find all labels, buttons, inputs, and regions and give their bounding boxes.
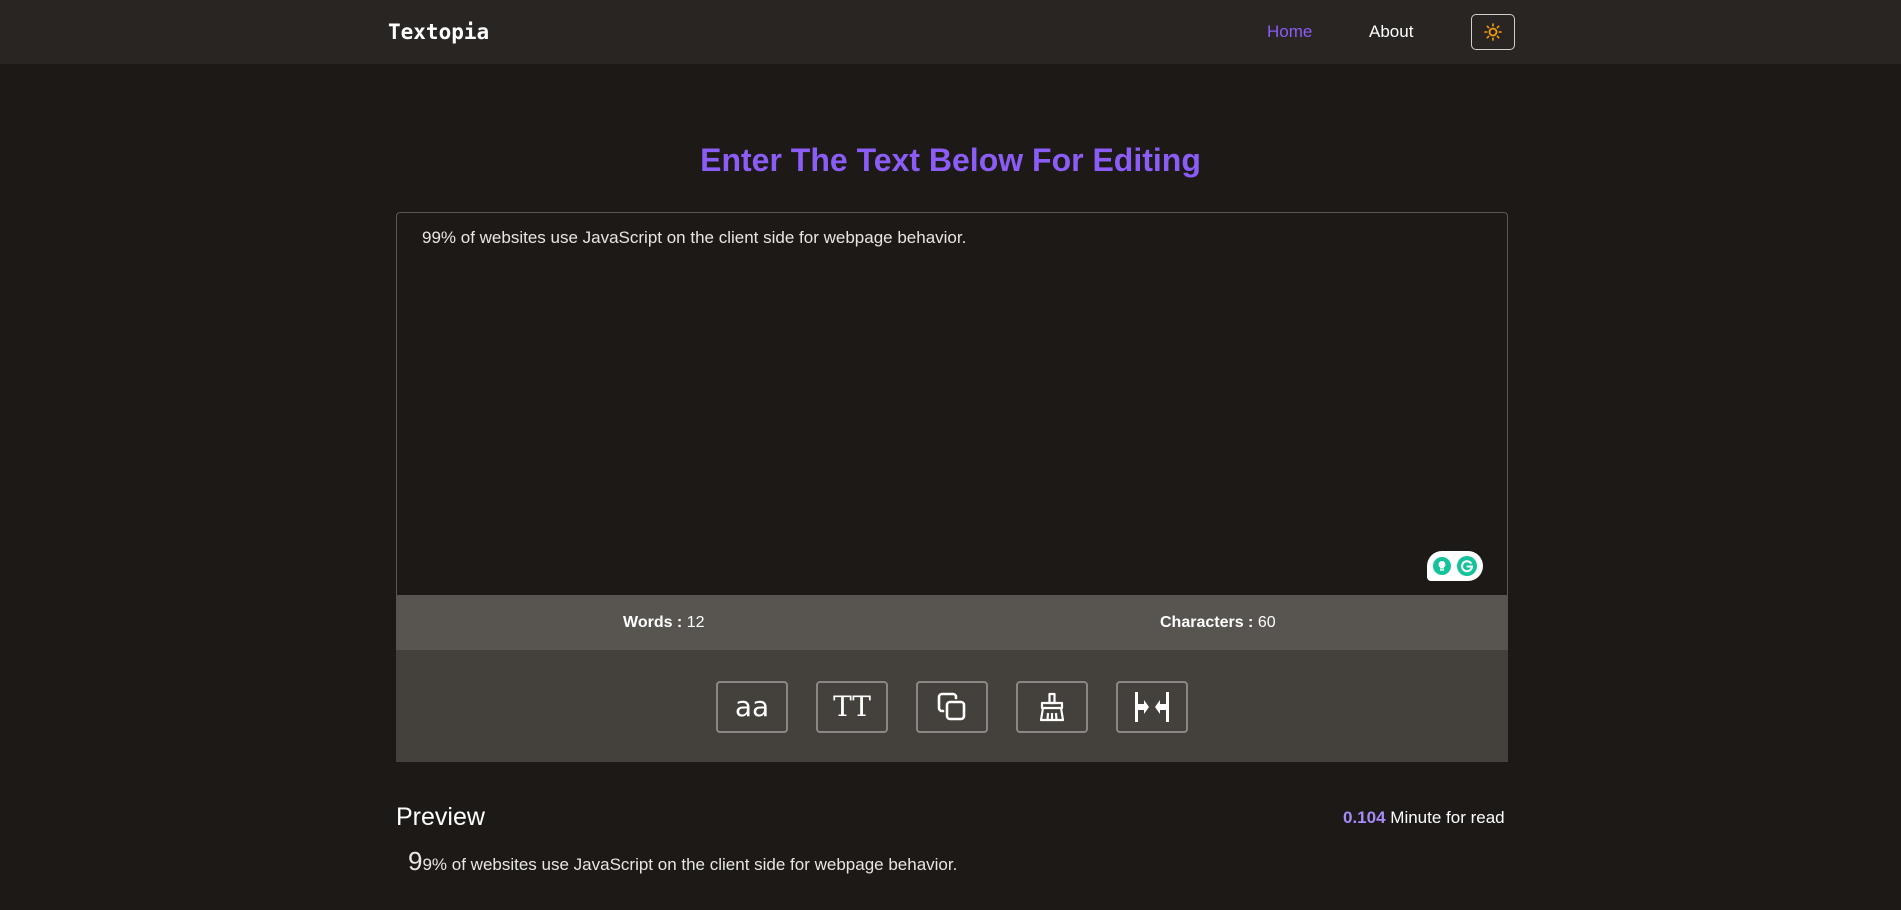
remove-spaces-icon [1135,692,1169,722]
copy-button[interactable] [916,681,988,733]
character-count: Characters : 60 [1160,614,1276,632]
grammarly-g-icon [1457,556,1478,576]
brand-logo[interactable]: Textopia [388,20,489,44]
navbar: Textopia Home About [0,0,1901,64]
character-count-value: 60 [1257,614,1276,631]
character-count-label: Characters : [1160,614,1254,631]
preview-title: Preview [396,803,485,831]
nav-link-home[interactable]: Home [1267,22,1312,42]
grammarly-widget[interactable] [1427,551,1483,581]
grammarly-lightbulb-icon [1432,557,1451,575]
uppercase-icon: TT [833,690,871,723]
sun-icon [1484,23,1502,41]
word-count: Words : 12 [623,614,705,632]
text-input[interactable] [396,212,1508,595]
read-time-value: 0.104 [1343,808,1386,827]
remove-spaces-button[interactable] [1116,681,1188,733]
page-heading: Enter The Text Below For Editing [700,142,1201,178]
clear-button[interactable] [1016,681,1088,733]
preview-first-char: 9 [408,846,423,876]
preview-text: 99% of websites use JavaScript on the cl… [408,846,957,877]
stats-bar: Words : 12 Characters : 60 [396,595,1508,650]
editor-card: Words : 12 Characters : 60 aa TT [396,212,1508,762]
theme-toggle-button[interactable] [1471,14,1515,50]
lowercase-icon: aa [734,690,770,723]
lowercase-button[interactable]: aa [716,681,788,733]
uppercase-button[interactable]: TT [816,681,888,733]
read-time: 0.104 Minute for read [1343,808,1505,828]
word-count-value: 12 [686,614,705,631]
copy-icon [937,692,966,721]
word-count-label: Words : [623,614,683,631]
nav-link-about[interactable]: About [1369,22,1413,42]
toolbar: aa TT [396,650,1508,762]
broom-icon [1039,692,1065,722]
read-time-suffix: Minute for read [1390,808,1505,827]
preview-rest-text: 9% of websites use JavaScript on the cli… [422,855,958,874]
